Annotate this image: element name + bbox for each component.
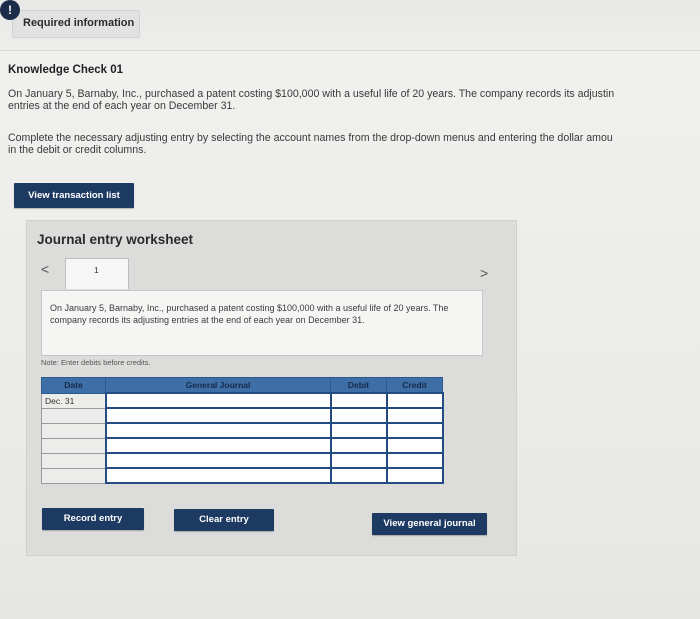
table-row xyxy=(41,437,444,454)
problem-statement: On January 5, Barnaby, Inc., purchased a… xyxy=(8,88,700,112)
required-info-tab[interactable]: Required information xyxy=(12,10,140,38)
date-cell xyxy=(41,467,106,484)
table-row xyxy=(41,452,444,469)
date-cell xyxy=(41,452,106,469)
debit-input[interactable] xyxy=(329,392,388,409)
debit-input[interactable] xyxy=(329,452,388,469)
transaction-description: On January 5, Barnaby, Inc., purchased a… xyxy=(50,303,449,325)
debit-input[interactable] xyxy=(329,407,388,424)
account-dropdown[interactable] xyxy=(104,437,332,454)
view-general-journal-button[interactable]: View general journal xyxy=(372,513,487,535)
transaction-tab-number: 1 xyxy=(94,265,99,275)
table-row xyxy=(41,467,444,484)
journal-entry-worksheet: Journal entry worksheet < 1 > On January… xyxy=(26,220,517,556)
date-cell xyxy=(41,437,106,454)
clear-entry-button[interactable]: Clear entry xyxy=(174,509,274,531)
account-dropdown[interactable] xyxy=(104,467,332,484)
debit-input[interactable] xyxy=(329,422,388,439)
credit-input[interactable] xyxy=(385,392,444,409)
problem-statement-line-1: On January 5, Barnaby, Inc., purchased a… xyxy=(8,88,615,100)
credit-input[interactable] xyxy=(385,437,444,454)
date-cell: Dec. 31 xyxy=(41,392,106,409)
alert-icon: ! xyxy=(0,0,20,20)
chevron-left-icon[interactable]: < xyxy=(41,261,49,277)
journal-table: Date General Journal Debit Credit Dec. 3… xyxy=(41,377,444,484)
view-transaction-list-button[interactable]: View transaction list xyxy=(14,183,134,208)
credit-input[interactable] xyxy=(385,422,444,439)
instructions: Complete the necessary adjusting entry b… xyxy=(8,132,700,156)
general-journal-column-header: General Journal xyxy=(105,377,331,394)
credit-input[interactable] xyxy=(385,467,444,484)
debit-input[interactable] xyxy=(329,437,388,454)
worksheet-title: Journal entry worksheet xyxy=(37,232,194,247)
credit-column-header: Credit xyxy=(386,377,443,394)
transaction-tab-1[interactable]: 1 xyxy=(65,258,129,289)
table-row xyxy=(41,407,444,424)
transaction-description-box: On January 5, Barnaby, Inc., purchased a… xyxy=(41,290,483,356)
date-column-header: Date xyxy=(41,377,106,394)
debits-note: Note: Enter debits before credits. xyxy=(41,358,151,367)
account-dropdown[interactable] xyxy=(104,392,332,409)
credit-input[interactable] xyxy=(385,452,444,469)
table-row xyxy=(41,422,444,439)
account-dropdown[interactable] xyxy=(104,422,332,439)
credit-input[interactable] xyxy=(385,407,444,424)
required-info-bar: Required information ! xyxy=(0,0,700,50)
required-info-label: Required information xyxy=(23,17,135,29)
date-cell xyxy=(41,407,106,424)
account-dropdown[interactable] xyxy=(104,452,332,469)
problem-statement-line-2: entries at the end of each year on Decem… xyxy=(8,100,236,112)
instructions-line-1: Complete the necessary adjusting entry b… xyxy=(8,132,613,144)
debit-column-header: Debit xyxy=(330,377,387,394)
date-cell xyxy=(41,422,106,439)
chevron-right-icon[interactable]: > xyxy=(480,265,488,281)
table-row: Dec. 31 xyxy=(41,392,444,409)
debit-input[interactable] xyxy=(329,467,388,484)
knowledge-check-title: Knowledge Check 01 xyxy=(8,64,124,76)
record-entry-button[interactable]: Record entry xyxy=(42,508,144,530)
divider xyxy=(0,50,700,51)
account-dropdown[interactable] xyxy=(104,407,332,424)
instructions-line-2: in the debit or credit columns. xyxy=(8,144,147,156)
